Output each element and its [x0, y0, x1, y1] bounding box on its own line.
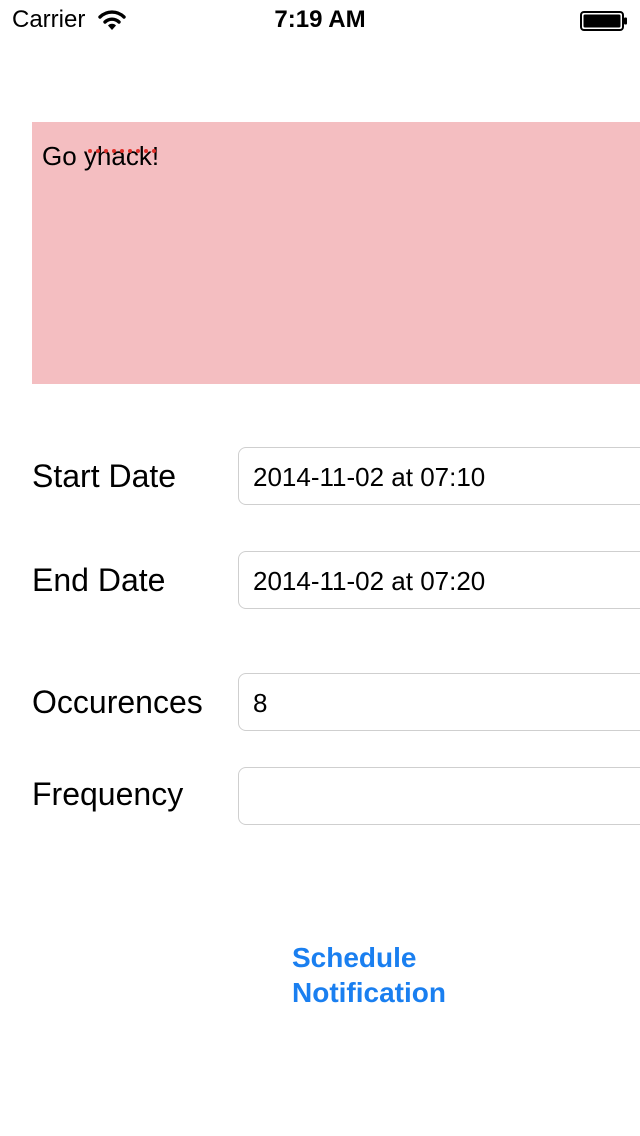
occurences-label: Occurences — [32, 684, 203, 720]
schedule-button-line1: Schedule — [292, 942, 417, 973]
spellcheck-underline — [88, 149, 156, 153]
message-text: Go yhack! — [42, 141, 160, 171]
schedule-notification-button[interactable]: Schedule Notification — [292, 940, 492, 1010]
end-date-label: End Date — [32, 562, 166, 598]
status-bar: Carrier 7:19 AM — [0, 0, 640, 40]
end-date-value: 2014-11-02 at 07:20 — [253, 566, 486, 596]
occurences-value: 8 — [253, 688, 268, 718]
frequency-field[interactable] — [238, 767, 640, 825]
message-text-view[interactable]: Go yhack! — [32, 122, 640, 384]
start-date-label: Start Date — [32, 458, 177, 494]
start-date-value: 2014-11-02 at 07:10 — [253, 462, 486, 492]
occurences-field[interactable]: 8 — [238, 673, 640, 731]
schedule-button-line2: Notification — [292, 977, 446, 1008]
frequency-label: Frequency — [32, 776, 184, 812]
end-date-field[interactable]: 2014-11-02 at 07:20 — [238, 551, 640, 609]
status-time: 7:19 AM — [274, 6, 366, 33]
battery-icon — [580, 11, 627, 31]
start-date-field[interactable]: 2014-11-02 at 07:10 — [238, 447, 640, 505]
